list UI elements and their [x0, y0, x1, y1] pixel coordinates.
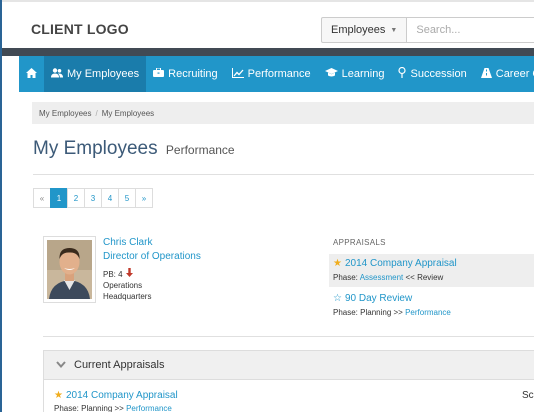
nav-item-label: Career Center	[495, 68, 534, 80]
phase-link[interactable]: Assessment	[360, 273, 404, 282]
star-filled-icon: ★	[333, 258, 342, 269]
nav-item-career-center[interactable]: Career Center	[474, 56, 534, 92]
page-subtitle: Performance	[165, 143, 235, 157]
current-appraisal-phase: Phase: Planning >> Performance	[54, 404, 172, 412]
appraisal-phase: Phase: Assessment << Review	[333, 273, 443, 282]
current-appraisal-title[interactable]: ★ 2014 Company Appraisal	[54, 390, 178, 401]
map-pin-icon	[398, 66, 407, 81]
graduation-cap-icon	[324, 68, 338, 80]
appraisal-phase: Phase: Planning >> Performance	[333, 308, 451, 317]
appraisal-item-title[interactable]: ★ 2014 Company Appraisal	[333, 258, 457, 269]
score-column-label: Sc	[522, 390, 534, 401]
star-filled-icon: ★	[54, 390, 63, 401]
road-icon	[480, 67, 492, 81]
phase-prefix: Phase: Planning >>	[333, 308, 403, 317]
breadcrumb-item[interactable]: My Employees	[39, 109, 91, 118]
nav-item-my-employees[interactable]: My Employees	[44, 56, 147, 92]
panel-heading: Current Appraisals	[74, 359, 165, 371]
employee-department: Operations	[103, 281, 143, 290]
nav-item-succession[interactable]: Succession	[391, 56, 473, 92]
current-appraisals-toggle[interactable]: Current Appraisals	[43, 350, 534, 380]
arrow-down-icon	[125, 268, 133, 280]
pb-label: PB: 4	[103, 269, 123, 279]
nav-item-learning[interactable]: Learning	[318, 56, 392, 92]
phase-prefix: Phase: Planning >>	[54, 404, 124, 412]
phase-link[interactable]: Performance	[126, 404, 172, 412]
nav-item-label: Performance	[247, 68, 311, 80]
appraisal-title-text: 90 Day Review	[344, 293, 413, 304]
search-scope-label: Employees	[331, 24, 386, 36]
header-divider-band	[2, 48, 534, 56]
search-input[interactable]: Search...	[407, 17, 534, 43]
page-title: My Employees Performance	[33, 138, 235, 160]
home-icon	[26, 67, 37, 81]
line-chart-icon	[231, 67, 244, 81]
nav-item-recruiting[interactable]: Recruiting	[146, 56, 225, 92]
appraisal-title-text: 2014 Company Appraisal	[65, 390, 178, 401]
nav-item-label: Succession	[410, 68, 467, 80]
pagination-next[interactable]: »	[135, 188, 153, 208]
breadcrumb: My Employees / My Employees	[32, 102, 534, 124]
breadcrumb-item: My Employees	[101, 108, 155, 118]
pagination: « 1 2 3 4 5 »	[33, 188, 153, 208]
search-group: Employees ▼ Search...	[321, 17, 534, 43]
employee-location: Headquarters	[103, 292, 152, 301]
search-scope-select[interactable]: Employees ▼	[321, 17, 408, 43]
pagination-page-4[interactable]: 4	[101, 188, 119, 208]
app-frame: CLIENT LOGO Employees ▼ Search... My Emp…	[0, 0, 534, 412]
nav-item-label: Learning	[341, 68, 385, 80]
main-nav: My Employees Recruiting Performance Lear…	[19, 56, 534, 92]
client-logo[interactable]: CLIENT LOGO	[31, 21, 129, 37]
nav-item-label: Recruiting	[168, 68, 218, 80]
page-title-text: My Employees	[33, 138, 158, 159]
caret-down-icon: ▼	[390, 26, 398, 34]
nav-item-label: My Employees	[67, 68, 140, 80]
divider	[33, 174, 534, 175]
pagination-page-1[interactable]: 1	[50, 188, 68, 208]
phase-prefix: Phase:	[333, 273, 358, 282]
employee-avatar[interactable]	[43, 236, 96, 303]
phase-link[interactable]: Performance	[405, 308, 451, 317]
employee-pb: PB: 4	[103, 268, 133, 280]
nav-item-performance[interactable]: Performance	[225, 56, 318, 92]
pagination-page-2[interactable]: 2	[67, 188, 85, 208]
pagination-page-5[interactable]: 5	[118, 188, 136, 208]
divider	[43, 336, 534, 337]
employee-name-link[interactable]: Chris Clark	[103, 237, 152, 248]
chevron-down-icon	[56, 360, 66, 370]
appraisals-heading: APPRAISALS	[333, 238, 386, 247]
employee-role-link[interactable]: Director of Operations	[103, 251, 201, 262]
appraisal-title-text: 2014 Company Appraisal	[344, 258, 457, 269]
pagination-prev[interactable]: «	[33, 188, 51, 208]
appraisal-item-title[interactable]: ☆ 90 Day Review	[333, 293, 412, 304]
users-icon	[51, 67, 63, 81]
briefcase-icon	[153, 67, 165, 80]
phase-suffix: << Review	[405, 273, 444, 282]
header: CLIENT LOGO Employees ▼ Search...	[2, 0, 534, 48]
breadcrumb-separator: /	[95, 108, 98, 118]
pagination-page-3[interactable]: 3	[84, 188, 102, 208]
nav-item-home[interactable]	[19, 56, 44, 92]
star-outline-icon: ☆	[333, 293, 342, 304]
